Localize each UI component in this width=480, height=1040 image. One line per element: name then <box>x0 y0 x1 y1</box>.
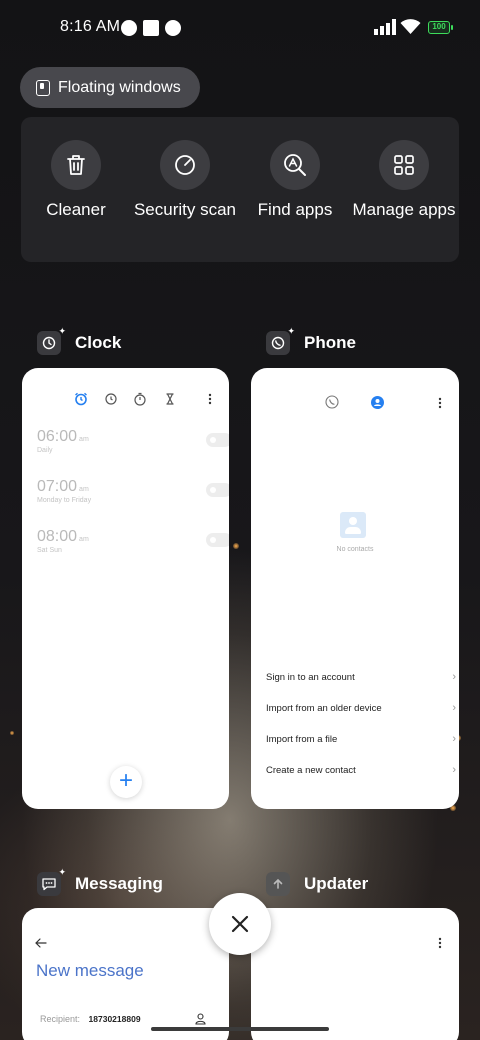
find-apps-label: Find apps <box>257 200 333 219</box>
notification-app-icon <box>121 20 137 36</box>
floating-window-icon <box>36 79 50 96</box>
alarm-item[interactable]: 08:00 am Sat Sun <box>37 528 229 568</box>
messaging-app-name: Messaging <box>75 874 163 893</box>
sparkle-icon: ✦ <box>58 867 66 877</box>
recipient-field[interactable]: Recipient: 18730218809 <box>40 1014 141 1024</box>
clear-all-button[interactable] <box>209 893 271 955</box>
clock-icon[interactable] <box>104 392 118 406</box>
sparkle-icon: ✦ <box>58 326 66 336</box>
add-alarm-button[interactable]: + <box>110 766 142 798</box>
messaging-app-card[interactable]: New message Recipient: 18730218809 <box>22 908 229 1040</box>
trash-icon <box>67 155 85 175</box>
alarm-toggle[interactable] <box>206 433 229 447</box>
stopwatch-icon[interactable] <box>133 392 147 406</box>
sparkle-icon: ✦ <box>287 326 295 336</box>
option-label: Import from a file <box>266 734 338 745</box>
import-older-device-option[interactable]: Import from an older device › <box>266 702 456 714</box>
chevron-right-icon: › <box>452 764 456 776</box>
phone-app-name: Phone <box>304 333 356 352</box>
alarm-time: 06:00 am <box>37 428 89 445</box>
updater-app-icon <box>266 872 290 896</box>
no-contacts-text: No contacts <box>336 546 374 553</box>
find-apps-icon <box>284 154 306 176</box>
wallpaper-spark <box>10 731 14 735</box>
chevron-right-icon: › <box>452 671 456 683</box>
floating-windows-button[interactable]: Floating windows <box>20 67 200 108</box>
phone-app-icon: ✦ <box>266 326 295 355</box>
add-contact-icon[interactable] <box>195 1013 206 1025</box>
manage-apps-icon-circle <box>379 140 429 190</box>
alarm-icon[interactable] <box>74 392 88 406</box>
cleaner-icon-circle <box>51 140 101 190</box>
option-label: Sign in to an account <box>266 672 355 683</box>
clock-app-card[interactable]: 06:00 am Daily 07:00 am Monday to Friday 0… <box>22 368 229 809</box>
alarm-item[interactable]: 06:00 am Daily <box>37 428 229 468</box>
option-label: Create a new contact <box>266 765 356 776</box>
phone-app-card[interactable]: No contacts Sign in to an account › Impo… <box>251 368 459 809</box>
home-indicator[interactable] <box>151 1027 329 1031</box>
alarm-repeat: Monday to Friday <box>37 497 92 504</box>
status-time: 8:16 AM <box>60 18 121 35</box>
alarm-toggle[interactable] <box>206 483 229 497</box>
upload-arrow-icon <box>273 878 283 889</box>
recents-tab-icon[interactable] <box>325 395 339 409</box>
clock-icon <box>42 336 56 350</box>
cleaner-label: Cleaner <box>46 200 106 219</box>
alarm-item[interactable]: 07:00 am Monday to Friday <box>37 478 229 518</box>
security-scan-icon <box>175 155 195 175</box>
more-options-icon[interactable] <box>438 937 442 949</box>
find-apps-button[interactable]: Find apps <box>240 140 350 220</box>
clock-app-header[interactable]: ✦ Clock <box>37 326 122 355</box>
alarm-time: 08:00 am <box>37 528 89 545</box>
clock-app-name: Clock <box>75 333 122 352</box>
option-label: Import from an older device <box>266 703 382 714</box>
status-bar: 8:16 AM 100 <box>0 16 480 40</box>
security-scan-label: Security scan <box>133 200 237 219</box>
manage-apps-button[interactable]: Manage apps <box>349 140 459 220</box>
security-scan-button[interactable]: Security scan <box>130 140 240 220</box>
alarm-repeat: Daily <box>37 447 53 454</box>
alarm-repeat: Sat Sun <box>37 547 62 554</box>
messaging-app-icon: ✦ <box>37 867 66 896</box>
wallpaper-spark <box>233 543 239 549</box>
create-contact-option[interactable]: Create a new contact › <box>266 764 456 776</box>
back-arrow-icon[interactable] <box>35 938 47 948</box>
timer-icon[interactable] <box>163 392 177 406</box>
clock-app-icon: ✦ <box>37 326 66 355</box>
cleaner-button[interactable]: Cleaner <box>21 140 131 220</box>
new-message-title: New message <box>36 961 144 980</box>
phone-app-header[interactable]: ✦ Phone <box>266 326 356 355</box>
updater-app-name: Updater <box>304 874 369 893</box>
recipient-value: 18730218809 <box>88 1014 141 1024</box>
more-options-icon[interactable] <box>208 393 212 405</box>
notification-square-icon <box>143 20 159 36</box>
quick-tools-panel: Cleaner Security scan Find apps Manage a… <box>21 117 459 262</box>
grid-apps-icon <box>394 155 414 175</box>
notification-app-icon <box>165 20 181 36</box>
recipient-label: Recipient: <box>40 1014 81 1024</box>
close-icon <box>231 915 249 933</box>
manage-apps-label: Manage apps <box>352 200 456 219</box>
battery-icon: 100 <box>428 21 453 34</box>
message-bubble-icon <box>42 878 56 891</box>
more-options-icon[interactable] <box>438 397 442 409</box>
contacts-tab-icon[interactable] <box>371 396 384 409</box>
wifi-icon <box>400 19 421 34</box>
alarm-toggle[interactable] <box>206 533 229 547</box>
phone-icon <box>271 336 285 350</box>
updater-app-card[interactable] <box>251 908 459 1040</box>
import-file-option[interactable]: Import from a file › <box>266 733 456 745</box>
sign-in-account-option[interactable]: Sign in to an account › <box>266 671 456 683</box>
chevron-right-icon: › <box>452 702 456 714</box>
find-apps-icon-circle <box>270 140 320 190</box>
chevron-right-icon: › <box>452 733 456 745</box>
alarm-time: 07:00 am <box>37 478 89 495</box>
updater-app-header[interactable]: Updater <box>266 872 368 896</box>
signal-icon <box>374 19 396 35</box>
security-scan-icon-circle <box>160 140 210 190</box>
floating-windows-label: Floating windows <box>58 78 181 96</box>
clock-tabs <box>22 392 229 408</box>
empty-contacts-icon <box>340 512 366 538</box>
messaging-app-header[interactable]: ✦ Messaging <box>37 867 163 896</box>
